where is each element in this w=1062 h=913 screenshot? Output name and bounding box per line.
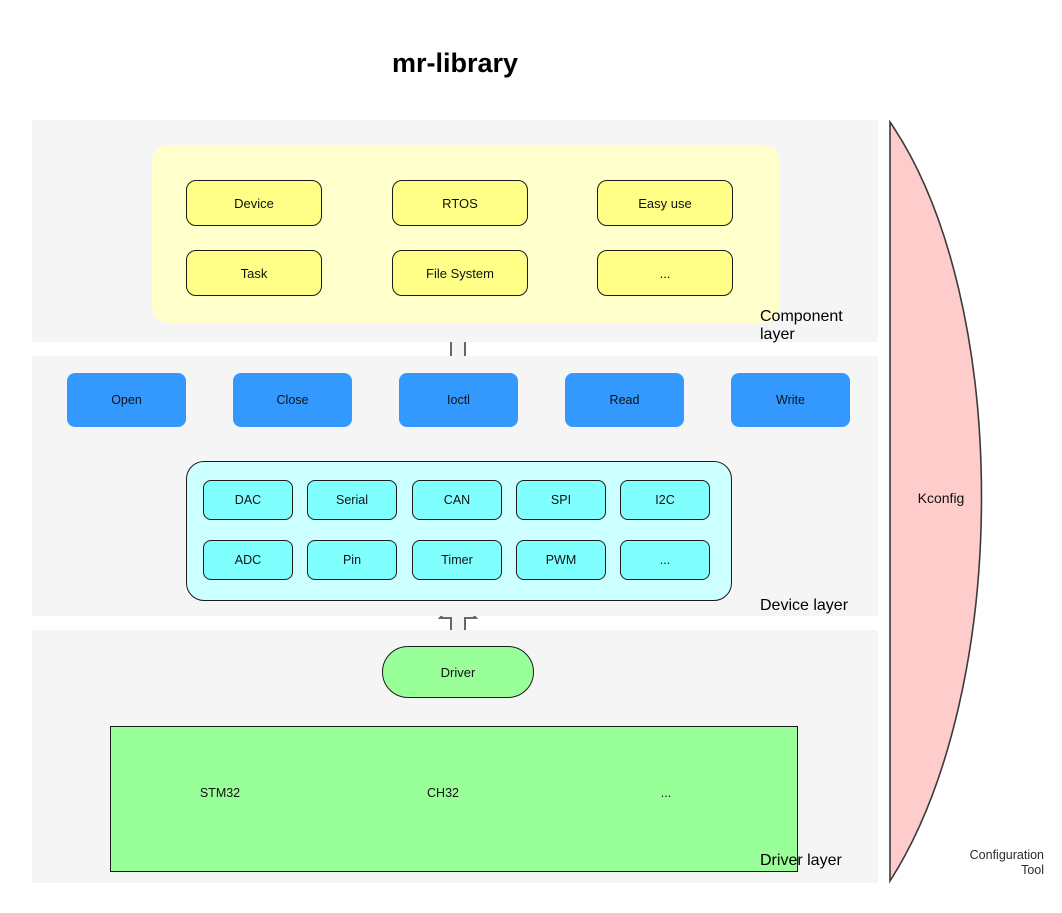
component-box-label: RTOS [442,195,478,211]
api-button-open[interactable]: Open [67,373,186,427]
device-box-can[interactable]: CAN [412,480,502,520]
api-button-ioctl[interactable]: Ioctl [399,373,518,427]
component-layer-label-line1: Component [760,308,843,325]
device-box-label: SPI [550,493,572,507]
device-box-label: CAN [443,493,471,507]
node3d-ch32-label: CH32 [427,786,459,800]
component-box-easy-use[interactable]: Easy use [597,180,733,226]
configuration-tool-caption: Configuration Tool [940,848,1044,878]
driver-node-label: Driver [440,664,476,680]
component-layer-label: Component layer [760,308,872,344]
device-box-label: DAC [234,493,262,507]
device-box-label: Pin [342,553,362,567]
api-button-label: Write [776,393,805,407]
api-button-close[interactable]: Close [233,373,352,427]
kconfig-label: Kconfig [917,490,965,506]
device-box-spi[interactable]: SPI [516,480,606,520]
component-box-label: Device [234,195,274,211]
component-box-label: File System [426,265,494,281]
component-box-device[interactable]: Device [186,180,322,226]
device-box-label: Serial [336,493,368,507]
device-box-pwm[interactable]: PWM [516,540,606,580]
api-button-label: Ioctl [447,393,470,407]
device-box-label: PWM [545,553,577,567]
api-button-label: Read [609,393,640,407]
api-button-read[interactable]: Read [565,373,684,427]
driver-layer-label: Driver layer [760,852,842,869]
component-box-rtos[interactable]: RTOS [392,180,528,226]
component-box-label: Easy use [638,195,692,211]
api-button-label: Close [276,393,309,407]
device-box-label: Timer [441,553,473,567]
device-box-label: I2C [655,493,675,507]
device-box-pin[interactable]: Pin [307,540,397,580]
component-layer-label-line2: layer [760,326,795,343]
configuration-tool-caption-line1: Configuration [969,848,1044,862]
api-button-write[interactable]: Write [731,373,850,427]
component-group-container [152,145,780,323]
configuration-tool-caption-line2: Tool [1021,863,1044,877]
device-box-serial[interactable]: Serial [307,480,397,520]
device-layer-label: Device layer [760,597,849,614]
device-box-adc[interactable]: ADC [203,540,293,580]
node3d-other-label: ... [660,786,672,800]
api-button-label: Open [111,393,142,407]
component-box-label: ... [659,265,671,281]
component-box-label: Task [240,265,268,281]
node3d-stm32-label: STM32 [199,786,241,800]
device-box-more[interactable]: ... [620,540,710,580]
component-box-file-system[interactable]: File System [392,250,528,296]
device-box-timer[interactable]: Timer [412,540,502,580]
page-title: mr-library [391,48,519,78]
device-box-dac[interactable]: DAC [203,480,293,520]
device-box-label: ADC [234,553,262,567]
component-box-task[interactable]: Task [186,250,322,296]
driver-node[interactable]: Driver [382,646,534,698]
device-box-label: ... [659,553,671,567]
component-box-more[interactable]: ... [597,250,733,296]
device-box-i2c[interactable]: I2C [620,480,710,520]
